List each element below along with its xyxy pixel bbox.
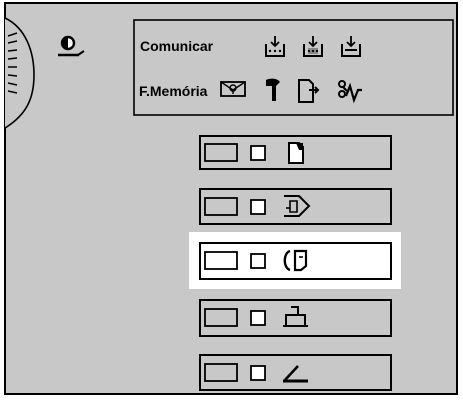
- document-server-key[interactable]: [199, 188, 392, 225]
- copy-key-led: [204, 143, 238, 162]
- printer-key-led: [204, 308, 238, 327]
- scanner-key-led: [204, 363, 238, 382]
- memory-label: F.Memória: [139, 83, 208, 99]
- printer-key[interactable]: [199, 299, 392, 337]
- copy-page-icon: [288, 142, 304, 164]
- facsimile-key-led: [204, 251, 238, 270]
- copy-key[interactable]: [199, 135, 392, 170]
- indicator-area: [133, 19, 454, 116]
- facsimile-key[interactable]: [199, 242, 392, 280]
- communication-label: Comunicar: [140, 38, 214, 54]
- operation-panel: Comunicar F.Memória: [0, 0, 463, 397]
- scanner-key[interactable]: [199, 354, 392, 391]
- document-server-key-led: [204, 197, 238, 216]
